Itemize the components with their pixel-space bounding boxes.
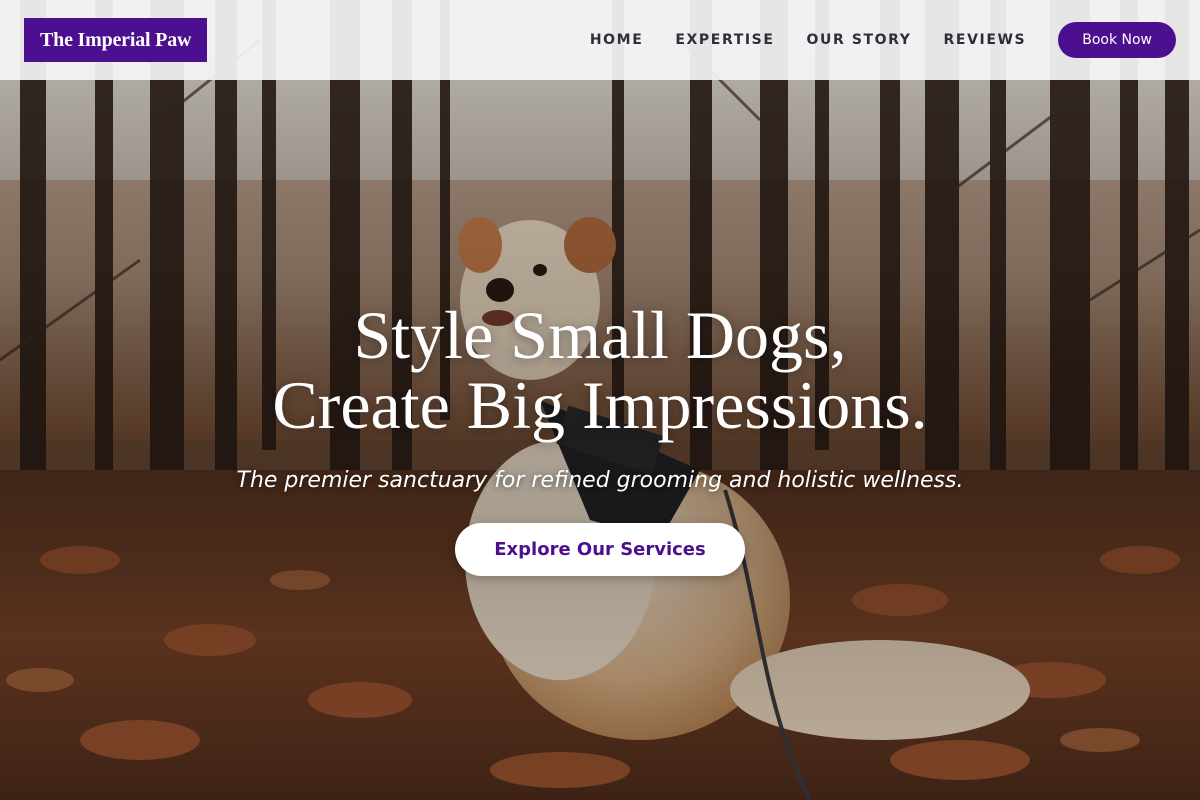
nav-link-our-story[interactable]: OUR STORY <box>807 32 912 48</box>
nav-link-home[interactable]: HOME <box>590 32 644 48</box>
hero-headline-line-1: Style Small Dogs, <box>353 297 847 373</box>
explore-services-button[interactable]: Explore Our Services <box>455 523 745 576</box>
hero-headline: Style Small Dogs, Create Big Impressions… <box>0 300 1200 440</box>
nav-link-expertise[interactable]: EXPERTISE <box>675 32 774 48</box>
hero-subheadline: The premier sanctuary for refined groomi… <box>236 468 964 493</box>
book-now-button[interactable]: Book Now <box>1058 22 1176 58</box>
hero-content: Style Small Dogs, Create Big Impressions… <box>0 300 1200 576</box>
nav-link-reviews[interactable]: REVIEWS <box>944 32 1027 48</box>
main-nav: HOME EXPERTISE OUR STORY REVIEWS Book No… <box>590 22 1176 58</box>
site-header: The Imperial Paw HOME EXPERTISE OUR STOR… <box>0 0 1200 80</box>
hero-headline-line-2: Create Big Impressions. <box>272 367 928 443</box>
brand-logo[interactable]: The Imperial Paw <box>24 18 208 62</box>
